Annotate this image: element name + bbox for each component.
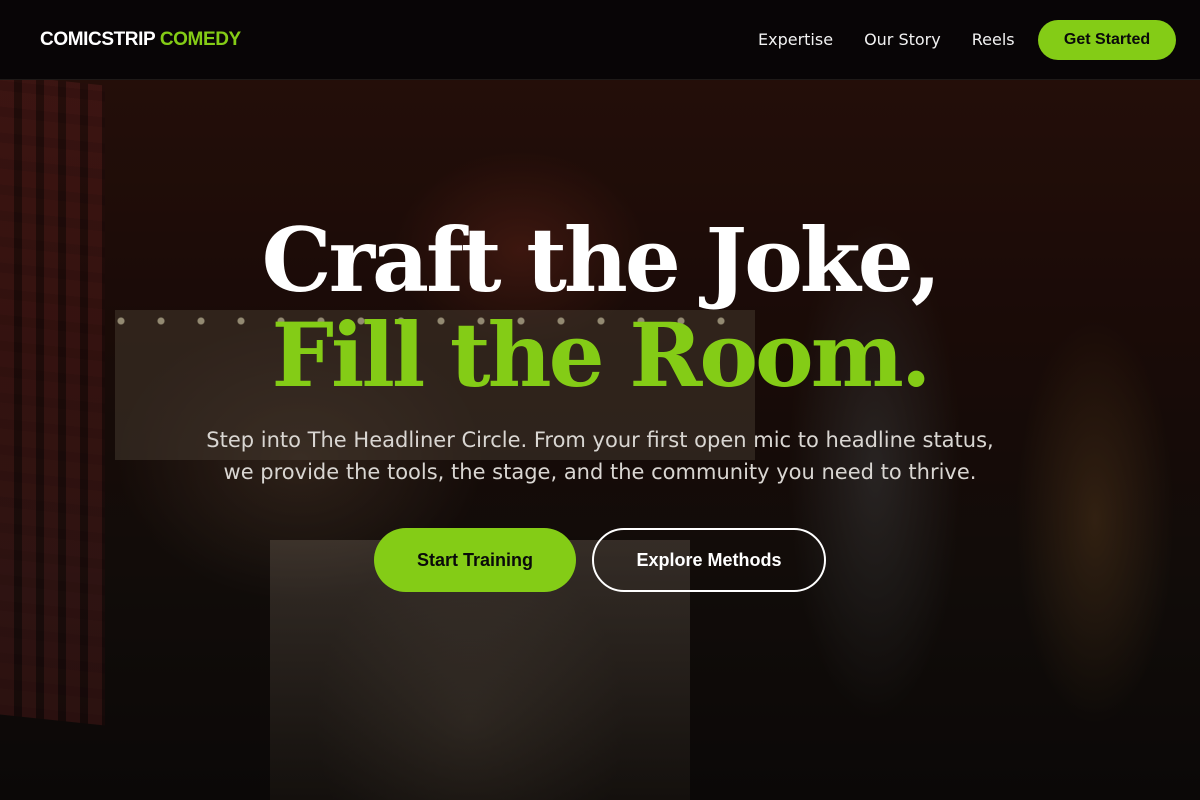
hero-subtext-line1: Step into The Headliner Circle. From you…: [206, 428, 994, 452]
hero-section: Craft the Joke, Fill the Room. Step into…: [0, 0, 1200, 800]
brand-name-accent: COMEDY: [159, 29, 241, 50]
brand-logo[interactable]: COMICSTRIP COMEDY: [40, 29, 241, 51]
navbar: COMICSTRIP COMEDY Expertise Our Story Re…: [0, 0, 1200, 80]
nav-link-reels[interactable]: Reels: [972, 28, 1015, 52]
hero-subtext-line2: we provide the tools, the stage, and the…: [223, 460, 977, 484]
hero-headline-line1: Craft the Joke,: [261, 208, 942, 312]
get-started-button[interactable]: Get Started: [1038, 20, 1176, 60]
start-training-button[interactable]: Start Training: [374, 528, 576, 592]
explore-methods-button[interactable]: Explore Methods: [592, 528, 826, 592]
nav-link-expertise[interactable]: Expertise: [758, 28, 833, 52]
nav-links: Expertise Our Story Reels: [758, 28, 1015, 52]
nav-link-our-story[interactable]: Our Story: [864, 28, 941, 52]
hero-headline-line2: Fill the Room.: [271, 303, 932, 407]
brand-name-primary: COMICSTRIP: [40, 29, 155, 50]
